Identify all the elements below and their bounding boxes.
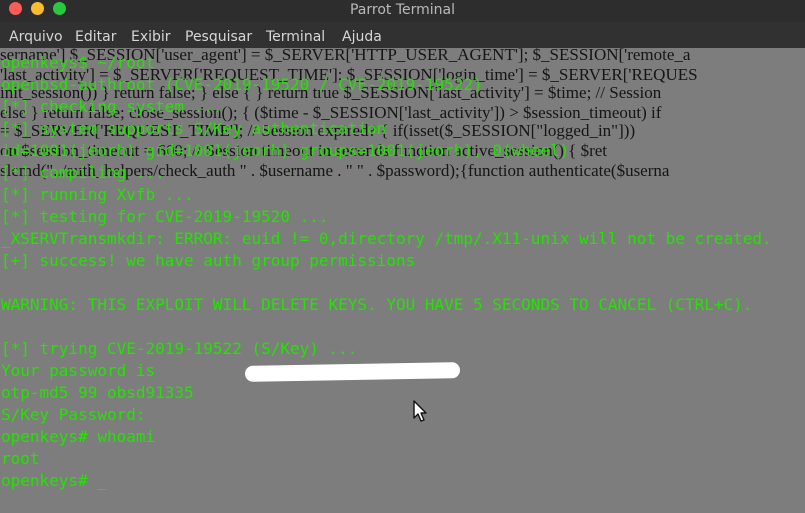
terminal-line: [*] running Xvfb ... <box>1 185 194 204</box>
redaction-mark <box>244 362 461 382</box>
terminal-line: [*] checking system ... <box>1 97 223 116</box>
menu-exibir[interactable]: Exibir <box>131 29 171 45</box>
terminal-line: [*] trying CVE-2019-19522 (S/Key) ... <box>1 339 358 358</box>
terminal-line: WARNING: THIS EXPLOIT WILL DELETE KEYS. … <box>1 295 753 314</box>
terminal-line: [*] system supports S/Key authentication <box>1 119 387 138</box>
terminal-line: openkeys$ ~/root <box>1 53 156 72</box>
title-bar[interactable]: Parrot Terminal <box>0 0 805 22</box>
terminal-line: _XSERVTransmkdir: ERROR: euid != 0,direc… <box>1 229 772 248</box>
terminal-window: Parrot Terminal Arquivo Editar Exibir Pe… <box>0 0 805 513</box>
terminal-line: [*] compiling ... <box>1 163 165 182</box>
terminal-line: otp-md5 99 obsd91335 <box>1 383 194 402</box>
terminal-line: root <box>1 449 40 468</box>
terminal-line: openkeys# whoami <box>1 427 156 446</box>
terminal-output[interactable]: sername'] $_SESSION['user_agent'] = $_SE… <box>0 48 805 513</box>
window-title: Parrot Terminal <box>349 2 456 18</box>
terminal-line: openbsd-authroot (CVE-2019-19520 / CVE-2… <box>1 75 483 94</box>
menu-terminal[interactable]: Terminal <box>266 29 325 45</box>
mouse-pointer-icon <box>413 400 427 422</box>
terminal-line: id=1001(jeorh) gid=1001(jeorh) groups=10… <box>1 141 570 160</box>
menu-bar: Arquivo Editar Exibir Pesquisar Terminal… <box>0 22 805 48</box>
menu-ajuda[interactable]: Ajuda <box>342 29 382 45</box>
terminal-line: [*] testing for CVE-2019-19520 ... <box>1 207 329 226</box>
terminal-line: [+] success! we have auth group permissi… <box>1 251 416 270</box>
terminal-line: Your password is <box>1 361 156 380</box>
menu-arquivo[interactable]: Arquivo <box>9 29 63 45</box>
menu-pesquisar[interactable]: Pesquisar <box>185 29 252 45</box>
terminal-line: openkeys# _ <box>1 471 107 490</box>
menu-editar[interactable]: Editar <box>75 29 116 45</box>
terminal-line: S/Key Password: <box>1 405 146 424</box>
